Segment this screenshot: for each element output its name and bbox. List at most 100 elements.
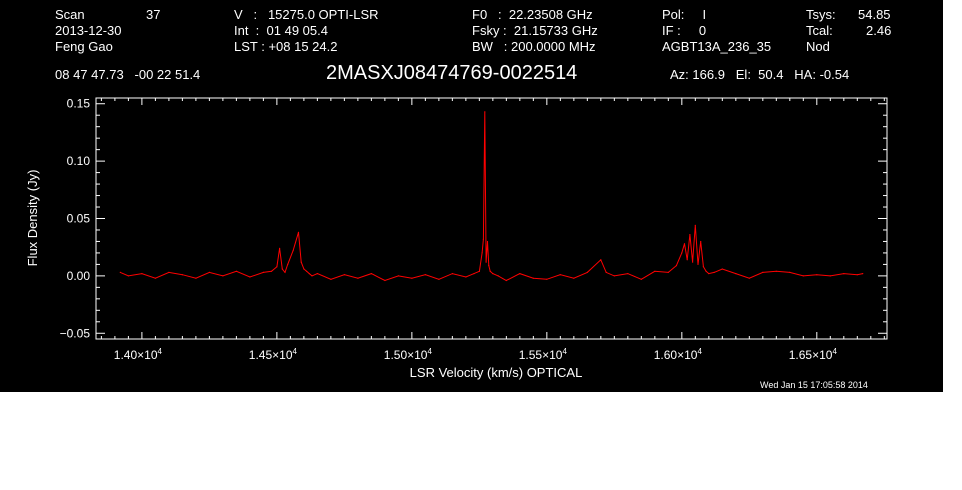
spectrum-point — [816, 274, 818, 276]
spectrum-point — [497, 275, 499, 277]
spectrum-point — [843, 273, 845, 275]
spectrum-point — [586, 271, 588, 273]
spectrum-point — [485, 261, 487, 263]
spectrum-point — [775, 270, 777, 272]
spectrum-point — [697, 263, 699, 265]
spectrum-point — [292, 250, 294, 252]
y-axis-label: Flux Density (Jy) — [25, 170, 40, 267]
spectrum-point — [689, 234, 691, 236]
spectrum-point — [303, 268, 305, 270]
spectrum-point — [532, 277, 534, 279]
x-tick-label: 1.65×104 — [789, 347, 838, 362]
spectrum-point — [681, 252, 683, 254]
spectrum-point — [119, 271, 121, 273]
x-axis-label: LSR Velocity (km/s) OPTICAL — [410, 365, 583, 380]
spectrum-point — [856, 274, 858, 276]
spectrum-point — [411, 277, 413, 279]
spectrum-point — [667, 271, 669, 273]
spectrum-point — [397, 275, 399, 277]
spectrum-series-line — [120, 111, 863, 282]
spectrum-point — [694, 224, 696, 226]
spectrum-point — [486, 240, 489, 243]
spectrum-point — [384, 279, 386, 282]
y-tick-label: 0.00 — [67, 269, 91, 283]
spectrum-point — [519, 273, 521, 275]
spectrum-point — [627, 273, 629, 275]
spectrum-point — [168, 271, 170, 273]
spectrum-point — [735, 273, 737, 275]
spectrum-point — [546, 278, 548, 280]
spectrum-point — [692, 261, 694, 263]
x-tick-label: 1.45×104 — [249, 347, 298, 362]
x-tick-label: 1.40×104 — [114, 347, 163, 362]
y-tick-label: 0.15 — [67, 97, 91, 111]
spectrum-point — [181, 274, 183, 276]
spectrum-point — [284, 271, 286, 273]
spectrum-point — [748, 277, 750, 279]
spectrum-point — [559, 274, 561, 276]
spectrum-point — [330, 278, 332, 280]
spectrum-point — [700, 240, 702, 243]
spectrum-point — [438, 278, 440, 280]
spectrum-point — [357, 277, 359, 279]
spectrum-point — [705, 270, 707, 272]
spectrum-point — [654, 270, 656, 272]
spectrum-point — [488, 265, 490, 267]
spectrum-point — [424, 274, 426, 276]
spectrum-point — [465, 276, 467, 278]
spectrum-point — [154, 277, 156, 279]
spectrum-point — [195, 277, 197, 279]
x-tick-label: 1.55×104 — [519, 347, 568, 362]
spectrum-point — [482, 238, 484, 240]
spectrum-point — [308, 273, 310, 275]
spectrum-point — [370, 273, 372, 275]
spectrum-point — [270, 270, 273, 272]
spectrum-point — [762, 271, 764, 273]
spectrum-point — [613, 275, 615, 277]
spectrum-point — [306, 270, 308, 272]
spectrum-point — [600, 259, 602, 261]
x-tick-label: 1.50×104 — [384, 347, 433, 362]
spectrum-point — [141, 273, 143, 275]
x-tick-label: 1.60×104 — [654, 347, 703, 362]
spectrum-point — [829, 275, 831, 277]
y-tick-label: 0.10 — [67, 154, 91, 168]
x-axis: 1.40×104 1.45×104 1.50×104 1.55×104 1.60×104… — [100, 98, 885, 362]
spectrum-point — [573, 277, 575, 279]
spectrum-point — [862, 273, 864, 275]
spectrum-point — [478, 270, 480, 272]
spectrum-point — [492, 273, 494, 275]
spectrum-points — [119, 111, 864, 282]
spectrum-point — [686, 259, 688, 261]
spectrum-point — [713, 271, 715, 273]
spectrum-point — [279, 247, 281, 249]
y-axis: −0.05 0.00 0.05 0.10 0.15 — [60, 97, 887, 340]
spectrum-point — [249, 276, 251, 278]
spectrum-point — [281, 268, 283, 270]
plot-frame — [95, 97, 888, 340]
spectrum-point — [789, 271, 791, 273]
spectrum-point — [683, 243, 686, 245]
spectrum-point — [343, 274, 345, 276]
spectrum-point — [222, 275, 224, 277]
spectrum-point — [451, 273, 453, 275]
spectrum-point — [276, 266, 278, 268]
y-tick-label: 0.05 — [67, 212, 91, 226]
spectrum-chart: 1.40×104 1.45×104 1.50×104 1.55×104 1.60×104… — [25, 97, 888, 380]
spectrum-point — [481, 252, 483, 254]
spectrum-point — [721, 268, 723, 270]
spectrum-point — [262, 271, 264, 273]
spectrum-point — [640, 278, 642, 280]
spectrum-point — [316, 273, 318, 275]
spectrum-point — [287, 263, 289, 265]
spectrum-point — [505, 279, 507, 282]
spectrum-point — [702, 266, 705, 268]
y-tick-label: −0.05 — [60, 326, 91, 340]
spectrum-point — [311, 275, 313, 277]
spectrum-point — [127, 275, 129, 277]
spectrum-point — [708, 273, 710, 275]
spectrum-point — [802, 275, 804, 277]
spectrum-point — [208, 271, 210, 273]
spectrum-point — [675, 265, 678, 267]
spectrum-point — [297, 231, 300, 233]
